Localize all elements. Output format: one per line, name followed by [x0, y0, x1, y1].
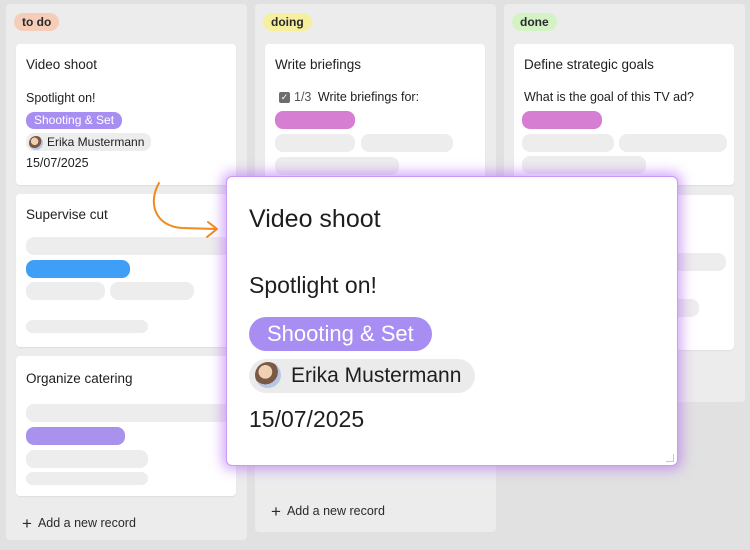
placeholder-bar	[619, 134, 727, 152]
card-detail-popup[interactable]: Video shoot Spotlight on! Shooting & Set…	[227, 177, 677, 465]
placeholder-bar	[26, 260, 130, 278]
placeholder-bar	[26, 450, 148, 468]
placeholder-bar	[275, 157, 399, 175]
placeholder-bar	[522, 156, 646, 174]
placeholder-bar	[26, 427, 125, 445]
placeholder-bar	[110, 282, 194, 300]
checklist-line: ✓ 1/3 Write briefings for:	[279, 90, 419, 104]
popup-category-chip: Shooting & Set	[249, 317, 432, 351]
add-record-label: Add a new record	[286, 504, 385, 518]
category-chip: Shooting & Set	[26, 112, 123, 129]
popup-user-chip: Erika Mustermann	[249, 359, 476, 393]
popup-text: Spotlight on!	[249, 272, 377, 298]
placeholder-bar	[26, 320, 148, 333]
card-title: Organize catering	[26, 371, 133, 386]
column-tag-to-do[interactable]: to do	[14, 13, 60, 31]
placeholder-bar	[275, 111, 355, 129]
placeholder-bar	[26, 472, 148, 485]
column-tag-doing[interactable]: doing	[263, 13, 312, 31]
card-title: Define strategic goals	[524, 57, 654, 72]
checklist-count: 1/3	[294, 90, 312, 104]
column-to-do: to do Video shoot Spotlight on! Shooting…	[6, 4, 247, 540]
add-record-button[interactable]: + Add a new record	[22, 514, 136, 534]
card-text: What is the goal of this TV ad?	[524, 90, 695, 104]
placeholder-bar	[26, 282, 105, 300]
popup-title: Video shoot	[249, 205, 381, 233]
add-record-button[interactable]: + Add a new record	[271, 502, 385, 522]
plus-icon: +	[22, 514, 32, 533]
placeholder-bar	[522, 111, 602, 129]
resize-handle-icon[interactable]	[666, 454, 674, 462]
user-chip: Erika Mustermann	[26, 133, 152, 151]
card-video-shoot[interactable]: Video shoot Spotlight on! Shooting & Set…	[16, 44, 236, 185]
placeholder-bar	[361, 134, 453, 152]
placeholder-bar	[275, 134, 355, 152]
card-text: Spotlight on!	[26, 91, 96, 105]
card-organize-catering[interactable]: Organize catering	[16, 356, 236, 496]
checklist-text: Write briefings for:	[317, 90, 420, 104]
plus-icon: +	[271, 502, 281, 521]
card-title: Write briefings	[275, 57, 362, 72]
checkbox-icon: ✓	[279, 92, 290, 104]
user-name: Erika Mustermann	[47, 135, 145, 149]
curved-arrow-icon	[152, 182, 218, 238]
card-date: 15/07/2025	[26, 156, 89, 170]
popup-date: 15/07/2025	[249, 406, 365, 432]
card-title: Video shoot	[26, 57, 98, 72]
card-write-briefings[interactable]: Write briefings ✓ 1/3 Write briefings for…	[265, 44, 485, 185]
add-record-label: Add a new record	[37, 516, 136, 530]
column-tag-done[interactable]: done	[512, 13, 557, 31]
avatar	[255, 362, 281, 388]
popup-user-name: Erika Mustermann	[291, 364, 462, 387]
placeholder-bar	[26, 404, 231, 422]
avatar	[29, 135, 43, 150]
card-define-strategic-goals[interactable]: Define strategic goals What is the goal …	[514, 44, 734, 185]
card-title: Supervise cut	[26, 207, 108, 222]
placeholder-bar	[522, 134, 614, 152]
